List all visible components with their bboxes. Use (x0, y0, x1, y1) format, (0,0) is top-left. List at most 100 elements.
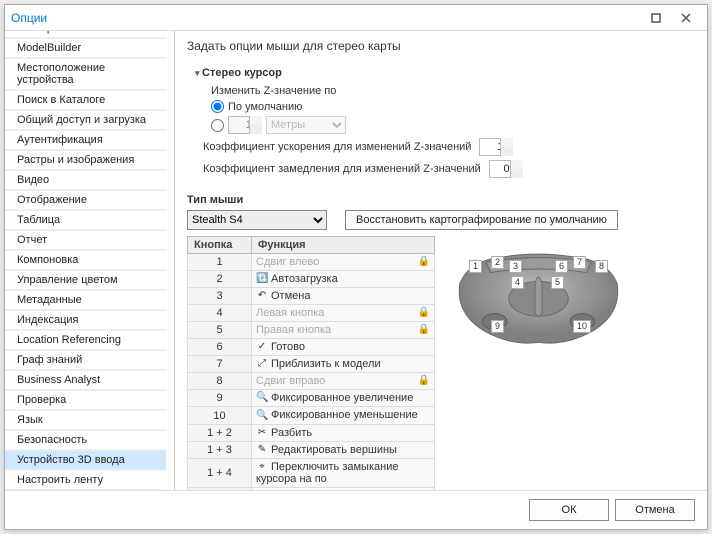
device-diagram: 1 2 3 4 5 6 7 8 9 10 (451, 242, 626, 352)
function-icon: ↶ (256, 290, 268, 302)
page-title: Задать опции мыши для стерео карты (187, 39, 695, 53)
nav-item[interactable]: Компоновка (5, 250, 166, 270)
nav-item[interactable]: Растры и изображения (5, 150, 166, 170)
nav-item[interactable]: Общий доступ и загрузка (5, 110, 166, 130)
button-cell: 2 (188, 271, 252, 288)
function-cell[interactable]: Правая кнопка🔒 (252, 322, 435, 339)
nav-item[interactable]: Управление цветом (5, 270, 166, 290)
stereo-cursor-heading[interactable]: Стерео курсор (195, 67, 695, 79)
window-title: Опции (11, 11, 47, 25)
table-row[interactable]: 7⤢Приблизить к модели (188, 356, 435, 373)
reset-mapping-button[interactable]: Восстановить картографирование по умолча… (345, 210, 618, 230)
function-icon: 🔍 (256, 410, 268, 422)
lock-icon: 🔒 (418, 307, 430, 318)
nav-item[interactable]: Location Referencing (5, 330, 166, 350)
function-cell[interactable]: Левая кнопка🔒 (252, 305, 435, 322)
function-cell[interactable]: ⤢Приблизить к модели (252, 356, 435, 373)
z-unit-select: Метры (266, 116, 346, 134)
table-row[interactable]: 1 + 5◫Выбор модели (188, 487, 435, 490)
btn-label-4: 4 (511, 276, 524, 289)
nav-item[interactable]: Язык (5, 410, 166, 430)
button-cell: 9 (188, 390, 252, 407)
nav-item[interactable]: ModelBuilder (5, 38, 166, 58)
table-row[interactable]: 5Правая кнопка🔒 (188, 322, 435, 339)
nav-sidebar[interactable]: ПроектТекущие настройкиЕдиницы измерения… (5, 31, 175, 490)
nav-item[interactable]: Граф знаний (5, 350, 166, 370)
lock-icon: 🔒 (418, 256, 430, 267)
function-cell[interactable]: Сдвиг вправо🔒 (252, 373, 435, 390)
decel-label: Коэффициент замедления для изменений Z-з… (203, 163, 481, 175)
table-row[interactable]: 1 + 2✂Разбить (188, 424, 435, 441)
main-panel: Задать опции мыши для стерео карты Стере… (175, 31, 707, 490)
button-cell: 1 (188, 254, 252, 271)
function-cell[interactable]: ✎Редактировать вершины (252, 441, 435, 458)
close-button[interactable] (671, 7, 701, 29)
cancel-button[interactable]: Отмена (615, 499, 695, 521)
nav-item[interactable]: Видео (5, 170, 166, 190)
nav-item[interactable]: Индексация (5, 310, 166, 330)
decel-input[interactable] (489, 160, 523, 178)
button-cell: 1 + 2 (188, 424, 252, 441)
btn-label-2: 2 (491, 256, 504, 269)
lock-icon: 🔒 (418, 324, 430, 335)
titlebar: Опции (5, 5, 707, 31)
btn-label-9: 9 (491, 320, 504, 333)
function-cell[interactable]: 🔍Фиксированное уменьшение (252, 407, 435, 424)
table-row[interactable]: 6✓Готово (188, 339, 435, 356)
function-icon: ⤢ (256, 358, 268, 370)
nav-item[interactable]: Таблица (5, 210, 166, 230)
maximize-button[interactable] (641, 7, 671, 29)
btn-label-3: 3 (509, 260, 522, 273)
button-cell: 6 (188, 339, 252, 356)
z-custom-radio[interactable] (211, 119, 224, 132)
button-mapping-table: КнопкаФункция 1Сдвиг влево🔒2🔃Автозагрузк… (187, 236, 435, 490)
table-row[interactable]: 10🔍Фиксированное уменьшение (188, 407, 435, 424)
function-icon: 🔃 (256, 273, 268, 285)
nav-item[interactable]: Местоположение устройства (5, 58, 166, 90)
options-dialog: Опции ПроектТекущие настройкиЕдиницы изм… (4, 4, 708, 530)
button-cell: 1 + 3 (188, 441, 252, 458)
table-row[interactable]: 1 + 3✎Редактировать вершины (188, 441, 435, 458)
table-row[interactable]: 1Сдвиг влево🔒 (188, 254, 435, 271)
table-row[interactable]: 8Сдвиг вправо🔒 (188, 373, 435, 390)
button-cell: 1 + 5 (188, 487, 252, 490)
nav-item[interactable]: Устройство 3D ввода (5, 450, 166, 470)
lock-icon: 🔒 (418, 375, 430, 386)
btn-label-1: 1 (469, 260, 482, 273)
mouse-type-select[interactable]: Stealth S4 (187, 210, 327, 230)
function-cell[interactable]: 🔃Автозагрузка (252, 271, 435, 288)
table-row[interactable]: 3↶Отмена (188, 288, 435, 305)
nav-item[interactable]: Отчет (5, 230, 166, 250)
mouse-type-heading: Тип мыши (187, 194, 695, 206)
nav-item[interactable]: Метаданные (5, 290, 166, 310)
change-z-label: Изменить Z-значение по (211, 85, 336, 97)
function-cell[interactable]: Сдвиг влево🔒 (252, 254, 435, 271)
function-cell[interactable]: ⌖Переключить замыкание курсора на по (252, 458, 435, 487)
function-cell[interactable]: ◫Выбор модели (252, 487, 435, 490)
ok-button[interactable]: ОК (529, 499, 609, 521)
function-icon: ✎ (256, 444, 268, 456)
btn-label-6: 6 (555, 260, 568, 273)
nav-item[interactable]: Безопасность (5, 430, 166, 450)
table-row[interactable]: 4Левая кнопка🔒 (188, 305, 435, 322)
function-cell[interactable]: ✂Разбить (252, 424, 435, 441)
nav-item[interactable]: Поиск в Каталоге (5, 90, 166, 110)
nav-item[interactable]: Геообработка (5, 31, 166, 38)
accel-input[interactable] (479, 138, 513, 156)
z-default-radio[interactable] (211, 100, 224, 113)
table-row[interactable]: 1 + 4⌖Переключить замыкание курсора на п… (188, 458, 435, 487)
col-function: Функция (252, 237, 435, 254)
function-cell[interactable]: ✓Готово (252, 339, 435, 356)
function-cell[interactable]: 🔍Фиксированное увеличение (252, 390, 435, 407)
function-icon: 🔍 (256, 392, 268, 404)
button-cell: 4 (188, 305, 252, 322)
table-row[interactable]: 2🔃Автозагрузка (188, 271, 435, 288)
table-row[interactable]: 9🔍Фиксированное увеличение (188, 390, 435, 407)
nav-item[interactable]: Аутентификация (5, 130, 166, 150)
nav-item[interactable]: Настроить ленту (5, 470, 166, 490)
nav-item[interactable]: Отображение (5, 190, 166, 210)
function-cell[interactable]: ↶Отмена (252, 288, 435, 305)
nav-item[interactable]: Business Analyst (5, 370, 166, 390)
btn-label-10: 10 (573, 320, 591, 333)
nav-item[interactable]: Проверка (5, 390, 166, 410)
